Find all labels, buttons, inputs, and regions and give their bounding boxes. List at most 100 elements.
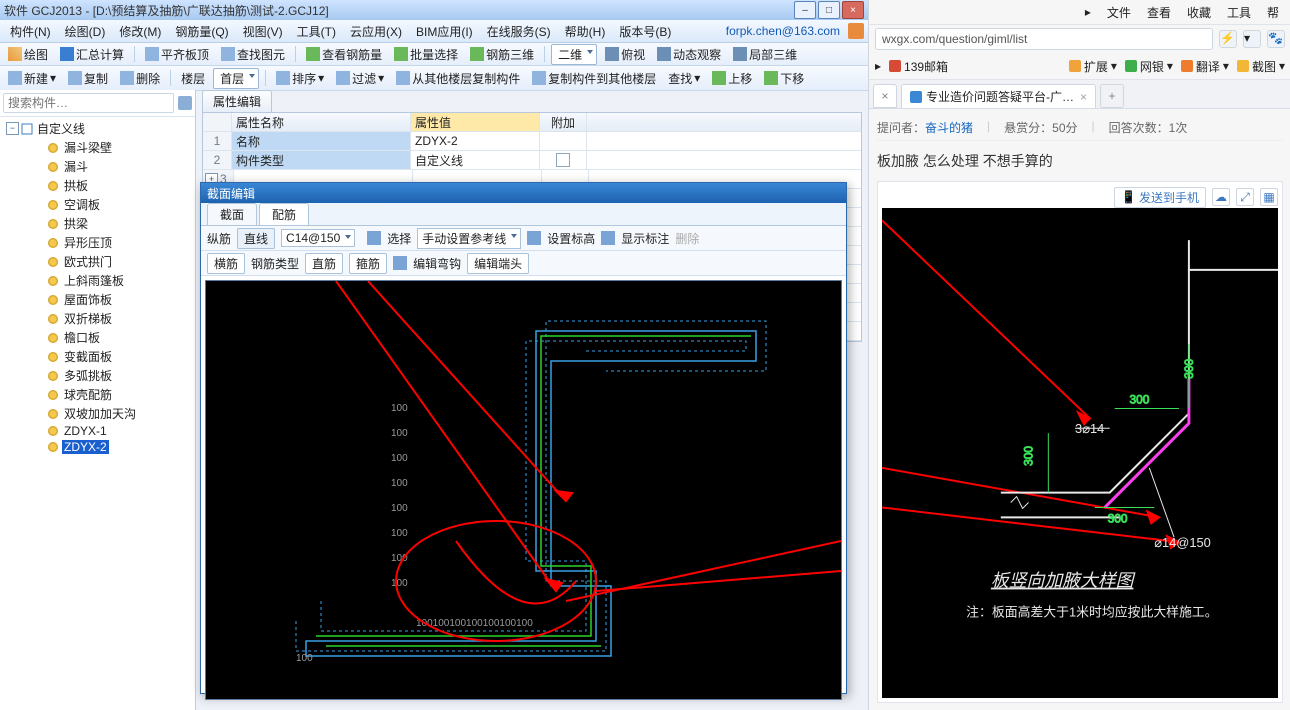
tab-property-edit[interactable]: 属性编辑 [202, 90, 272, 112]
tree-item[interactable]: 漏斗 [0, 157, 195, 176]
tb-copy[interactable]: 复制 [64, 69, 112, 88]
prev-tab-close[interactable]: × [873, 84, 897, 108]
edit-end[interactable]: 编辑端头 [467, 253, 529, 274]
chevron-down-icon[interactable]: ▾ [1243, 30, 1261, 48]
bm-help[interactable]: 帮 [1261, 2, 1285, 23]
tb-find[interactable]: 查找图元 [217, 45, 289, 64]
tb-flat[interactable]: 平齐板顶 [141, 45, 213, 64]
tree-item[interactable]: 双坡加加天沟 [0, 404, 195, 423]
search-input[interactable] [3, 93, 174, 113]
asker-link[interactable]: 奋斗的猪 [925, 121, 973, 135]
tb-viewrebar[interactable]: 查看钢筋量 [302, 45, 386, 64]
tab-section[interactable]: 截面 [207, 203, 257, 225]
bt-shot[interactable]: 截图 ▾ [1237, 58, 1285, 75]
tb-draw[interactable]: 绘图 [4, 45, 52, 64]
select-button[interactable]: 选择 [387, 230, 411, 247]
tb-copyto[interactable]: 复制构件到其他楼层 [528, 69, 660, 88]
manual-refline[interactable]: 手动设置参考线 [417, 228, 521, 249]
grid-row[interactable]: 2构件类型自定义线 [203, 151, 861, 170]
close-button[interactable]: × [842, 1, 864, 19]
avatar-icon[interactable] [848, 23, 864, 39]
search-icon[interactable] [178, 96, 192, 110]
menu-modify[interactable]: 修改(M) [113, 22, 167, 41]
tb-batch[interactable]: 批量选择 [390, 45, 462, 64]
tree-item[interactable]: 上斜雨篷板 [0, 271, 195, 290]
bt-mail[interactable]: 139邮箱 [889, 58, 948, 75]
detail-drawing[interactable]: 300 300 300 300 3⌀14 ⌀14@150 [882, 208, 1278, 698]
mode-button[interactable]: 直线 [237, 228, 275, 249]
tree-item[interactable]: 变截面板 [0, 347, 195, 366]
paw-icon[interactable]: 🐾 [1267, 30, 1285, 48]
tab-rebar[interactable]: 配筋 [259, 203, 309, 225]
tb-3d[interactable]: 钢筋三维 [466, 45, 538, 64]
grid-row[interactable]: 1名称ZDYX-2 [203, 132, 861, 151]
tb-new[interactable]: 新建▾ [4, 69, 60, 88]
tree-item[interactable]: 拱板 [0, 176, 195, 195]
menu-draw[interactable]: 绘图(D) [59, 22, 112, 41]
tb-orbit[interactable]: 动态观察 [653, 45, 725, 64]
tab-close-icon[interactable]: × [1080, 90, 1087, 104]
tree-item[interactable]: ZDYX-1 [0, 423, 195, 439]
bt-ext[interactable]: 扩展 ▾ [1069, 58, 1117, 75]
bt-trans[interactable]: 翻译 ▾ [1181, 58, 1229, 75]
set-elev[interactable]: 设置标高 [547, 230, 595, 247]
menu-rebar[interactable]: 钢筋量(Q) [169, 22, 234, 41]
address-bar[interactable]: wxgx.com/question/giml/list [875, 28, 1213, 50]
show-mark[interactable]: 显示标注 [621, 230, 669, 247]
tree-item[interactable]: 屋面饰板 [0, 290, 195, 309]
tb-local3d[interactable]: 局部三维 [729, 45, 801, 64]
tree-item[interactable]: 空调板 [0, 195, 195, 214]
edit-bend[interactable]: 编辑弯钩 [413, 255, 461, 272]
tree-item[interactable]: 球壳配筋 [0, 385, 195, 404]
bm-fav[interactable]: 收藏 [1181, 2, 1217, 23]
menu-tools[interactable]: 工具(T) [291, 22, 342, 41]
menu-online[interactable]: 在线服务(S) [481, 22, 557, 41]
tree-item[interactable]: 双折梯板 [0, 309, 195, 328]
new-tab-button[interactable]: + [1100, 84, 1124, 108]
menu-component[interactable]: 构件(N) [4, 22, 57, 41]
browser-tab[interactable]: 专业造价问题答疑平台-广联达服 × [901, 84, 1096, 108]
expand-icon[interactable]: ⤢ [1236, 188, 1254, 206]
menu-version[interactable]: 版本号(B) [613, 22, 677, 41]
transverse-button[interactable]: 横筋 [207, 253, 245, 274]
rebar-type-button[interactable]: 直筋 [305, 253, 343, 274]
tree-item[interactable]: 多弧挑板 [0, 366, 195, 385]
menu-view[interactable]: 视图(V) [237, 22, 289, 41]
tree-item[interactable]: 檐口板 [0, 328, 195, 347]
tb-search[interactable]: 查找▾ [664, 69, 704, 88]
flash-icon[interactable]: ⚡ [1219, 30, 1237, 48]
tree-root[interactable]: − 自定义线 [0, 119, 195, 138]
menu-bim[interactable]: BIM应用(I) [410, 22, 479, 41]
section-canvas[interactable]: 100100 100100 100100 100100 100100100100… [205, 280, 842, 700]
checkbox[interactable] [556, 153, 570, 167]
tree-item[interactable]: 拱梁 [0, 214, 195, 233]
bm-file[interactable]: 文件 [1101, 2, 1137, 23]
component-tree[interactable]: − 自定义线 漏斗梁壁漏斗拱板空调板拱梁异形压顶欧式拱门上斜雨篷板屋面饰板双折梯… [0, 117, 195, 710]
rebar-value-input[interactable]: C14@150 [281, 229, 355, 247]
more-icon[interactable]: ▦ [1260, 188, 1278, 206]
menu-help[interactable]: 帮助(H) [559, 22, 612, 41]
tb-delete[interactable]: 删除 [116, 69, 164, 88]
bt-bank[interactable]: 网银 ▾ [1125, 58, 1173, 75]
view-mode-dropdown[interactable]: 二维 [551, 44, 597, 65]
user-email[interactable]: forpk.chen@163.com [726, 24, 840, 38]
maximize-button[interactable]: □ [818, 1, 840, 19]
tb-sort[interactable]: 排序▾ [272, 69, 328, 88]
bm-view[interactable]: 查看 [1141, 2, 1177, 23]
collapse-icon[interactable]: − [6, 122, 19, 135]
tb-top[interactable]: 俯视 [601, 45, 649, 64]
tb-copyfrom[interactable]: 从其他楼层复制构件 [392, 69, 524, 88]
tb-up[interactable]: 上移 [708, 69, 756, 88]
tree-item[interactable]: 漏斗梁壁 [0, 138, 195, 157]
menu-cloud[interactable]: 云应用(X) [344, 22, 408, 41]
bm-tool[interactable]: 工具 [1221, 2, 1257, 23]
tb-down[interactable]: 下移 [760, 69, 808, 88]
tree-item[interactable]: 欧式拱门 [0, 252, 195, 271]
minimize-button[interactable]: – [794, 1, 816, 19]
cloud-icon[interactable]: ☁ [1212, 188, 1230, 206]
hoop-button[interactable]: 箍筋 [349, 253, 387, 274]
tree-item[interactable]: ZDYX-2 [0, 439, 195, 455]
tb-filter[interactable]: 过滤▾ [332, 69, 388, 88]
delete-button[interactable]: 删除 [675, 230, 699, 247]
tb-sum[interactable]: 汇总计算 [56, 45, 128, 64]
